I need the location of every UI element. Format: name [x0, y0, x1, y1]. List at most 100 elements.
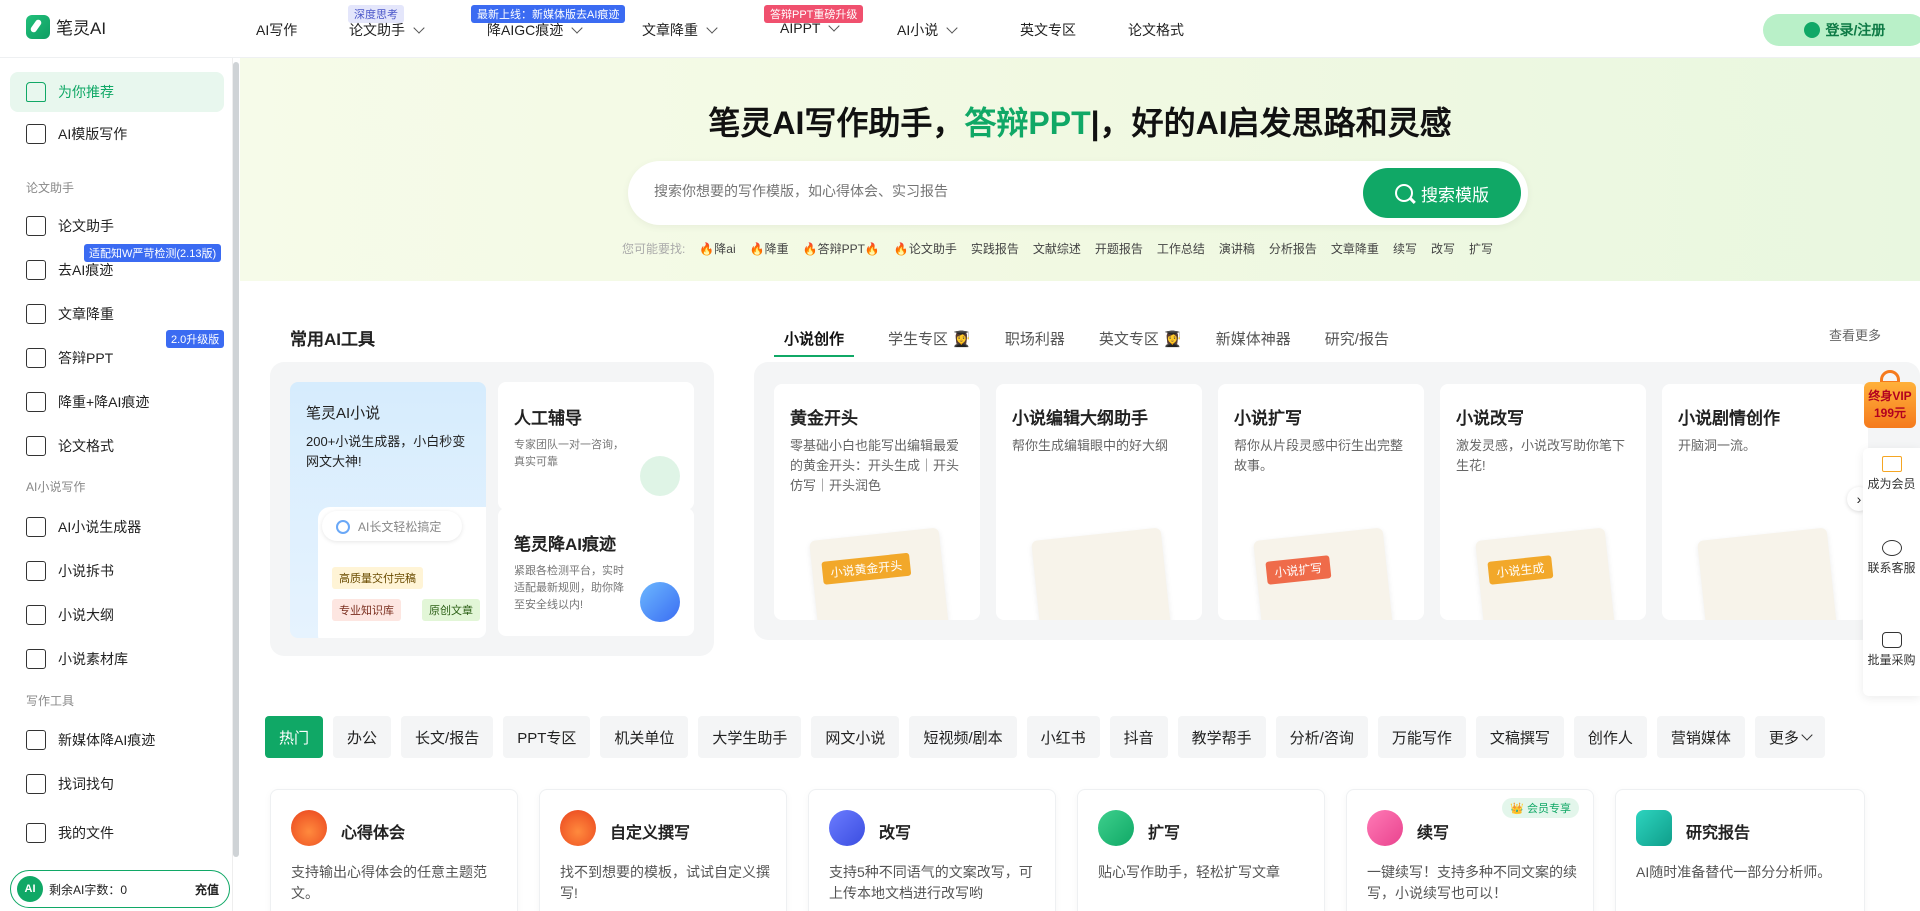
contact-support-button[interactable]: 联系客服: [1863, 540, 1920, 576]
nav-english[interactable]: 英文专区: [1020, 20, 1076, 40]
tab-student[interactable]: 学生专区 👩‍🎓: [888, 328, 971, 357]
sidebar-item-dedupe-ai[interactable]: 降重+降AI痕迹: [10, 382, 224, 422]
chip-douyin[interactable]: 抖音: [1109, 716, 1168, 758]
nav-aippt[interactable]: AIPPT: [780, 20, 841, 36]
chip-more[interactable]: 更多: [1754, 716, 1825, 758]
chip-hot[interactable]: 热门: [265, 716, 324, 758]
suggestion-link[interactable]: 续写: [1393, 240, 1417, 257]
bulk-purchase-button[interactable]: 批量采购: [1863, 632, 1920, 668]
remaining-words-bar[interactable]: AI 剩余AI字数：0 充值: [10, 870, 230, 908]
nav-reduce-aigc[interactable]: 降AIGC痕迹: [487, 20, 583, 40]
chip-ppt[interactable]: PPT专区: [503, 716, 591, 758]
tab-workplace[interactable]: 职场利器: [1005, 328, 1065, 357]
sidebar-item-material[interactable]: 小说素材库: [10, 639, 224, 679]
suggestion-text: 降ai: [714, 242, 736, 256]
nav-ai-novel[interactable]: AI小说: [897, 20, 958, 40]
tool-card-human-tutor[interactable]: 人工辅导 专家团队一对一咨询，真实可靠: [498, 382, 694, 510]
sidebar-scrollbar[interactable]: [233, 62, 239, 857]
view-more-link[interactable]: 查看更多: [1829, 325, 1881, 344]
suggestion-link[interactable]: 🔥论文助手: [894, 240, 957, 257]
novel-card-golden-opening[interactable]: 黄金开头 零基础小白也能写出编辑最爱的黄金开头：开头生成｜开头仿写｜开头润色 小…: [774, 384, 980, 620]
template-card-custom[interactable]: 自定义撰写 找不到想要的模板，试试自定义撰写!: [539, 789, 787, 911]
tool-card-ai-novel[interactable]: 笔灵AI小说 200+小说生成器，小白秒变网文大神! AI长文轻松搞定 高质量交…: [290, 382, 486, 638]
template-card-continue[interactable]: 👑 会员专享 续写 一键续写！支持多种不同文案的续写，小说续写也可以！: [1346, 789, 1594, 911]
chip-government[interactable]: 机关单位: [600, 716, 689, 758]
template-card-reflection[interactable]: 心得体会 支持输出心得体会的任意主题范文。: [270, 789, 518, 911]
sidebar-item-newmedia[interactable]: 新媒体降AI痕迹: [10, 720, 224, 760]
suggestion-link[interactable]: 🔥答辩PPT🔥: [803, 240, 880, 257]
sidebar-item-remove-ai[interactable]: 去AI痕迹: [10, 250, 224, 290]
tab-english[interactable]: 英文专区 👩‍🎓: [1099, 328, 1182, 357]
top-header: 笔灵AI AI写作 深度思考 论文助手 最新上线：新媒体版去AI痕迹 降AIGC…: [0, 0, 1920, 58]
suggestion-link[interactable]: 开题报告: [1095, 240, 1143, 257]
novel-card-plot[interactable]: 小说剧情创作 开脑洞一流。: [1662, 384, 1868, 620]
sidebar-section-novel: AI小说写作: [26, 480, 86, 494]
template-card-research[interactable]: 研究报告 AI随时准备替代一部分分析师。: [1615, 789, 1865, 911]
suggestion-link[interactable]: 文章降重: [1331, 240, 1379, 257]
sidebar-item-dedupe[interactable]: 文章降重: [10, 294, 224, 334]
chip-label: 更多: [1768, 729, 1799, 747]
sidebar-item-template[interactable]: AI模版写作: [10, 114, 224, 154]
template-card-title: 续写: [1417, 825, 1450, 842]
template-card-desc: 贴心写作助手，轻松扩写文章: [1098, 864, 1280, 880]
nav-reduce-duplicate[interactable]: 文章降重: [642, 20, 718, 40]
suggestion-link[interactable]: 分析报告: [1269, 240, 1317, 257]
nav-thesis-format[interactable]: 论文格式: [1128, 20, 1184, 40]
chip-all-purpose[interactable]: 万能写作: [1377, 716, 1466, 758]
common-tools-title: 常用AI工具: [290, 330, 375, 349]
suggestion-link[interactable]: 🔥降重: [750, 240, 789, 257]
sidebar-item-recommend[interactable]: 为你推荐: [10, 72, 224, 112]
tab-new-media[interactable]: 新媒体神器: [1216, 328, 1291, 357]
novel-card-expand[interactable]: 小说扩写 帮你从片段灵感中衍生出完整故事。 小说扩写: [1218, 384, 1424, 620]
search-input[interactable]: [654, 183, 1314, 199]
suggestion-link[interactable]: 🔥降ai: [699, 240, 735, 257]
recharge-button[interactable]: 充值: [195, 881, 219, 898]
tab-novel[interactable]: 小说创作: [774, 328, 855, 357]
template-card-expand[interactable]: 扩写 贴心写作助手，轻松扩写文章: [1077, 789, 1325, 911]
sidebar-item-novel-gen[interactable]: AI小说生成器: [10, 507, 224, 547]
chip-short-video[interactable]: 短视频/剧本: [909, 716, 1017, 758]
lifetime-vip-promo[interactable]: 终身VIP 199元: [1862, 370, 1918, 432]
chip-longform[interactable]: 长文/报告: [401, 716, 494, 758]
chip-marketing[interactable]: 营销媒体: [1656, 716, 1745, 758]
brand-logo[interactable]: 笔灵AI: [26, 14, 106, 39]
chip-teaching[interactable]: 教学帮手: [1177, 716, 1266, 758]
novel-card-outline[interactable]: 小说编辑大纲助手 帮你生成编辑眼中的好大纲: [996, 384, 1202, 620]
sidebar-item-book-split[interactable]: 小说拆书: [10, 551, 224, 591]
chip-manuscript[interactable]: 文稿撰写: [1475, 716, 1564, 758]
become-member-button[interactable]: 成为会员: [1863, 456, 1920, 492]
plot-illustration: [1697, 527, 1837, 620]
sidebar-item-format[interactable]: 论文格式: [10, 426, 224, 466]
suggestion-link[interactable]: 改写: [1431, 240, 1455, 257]
suggestion-link[interactable]: 演讲稿: [1219, 240, 1255, 257]
nav-ai-writing[interactable]: AI写作: [256, 20, 297, 40]
tool-card-reduce-ai[interactable]: 笔灵降AI痕迹 紧跟各检测平台，实时适配最新规则，助你降至安全线以内!: [498, 508, 694, 636]
sidebar-item-label: 文章降重: [58, 306, 114, 322]
login-register-button[interactable]: 登录/注册: [1763, 14, 1920, 46]
chip-xiaohongshu[interactable]: 小红书: [1026, 716, 1100, 758]
suggestion-link[interactable]: 文献综述: [1033, 240, 1081, 257]
template-card-rewrite[interactable]: 改写 支持5种不同语气的文案改写，可上传本地文档进行改写哟: [808, 789, 1056, 911]
sidebar-item-my-files[interactable]: 我的文件: [10, 813, 224, 853]
chip-creator[interactable]: 创作人: [1573, 716, 1647, 758]
nav-thesis-assistant[interactable]: 论文助手: [349, 20, 425, 40]
feature-tag: 原创文章: [422, 599, 480, 621]
sidebar-item-outline[interactable]: 小说大纲: [10, 595, 224, 635]
sidebar-item-find-words[interactable]: 找词找句: [10, 764, 224, 804]
chip-web-novel[interactable]: 网文小说: [811, 716, 900, 758]
search-template-button[interactable]: 搜索模版: [1363, 168, 1521, 218]
template-icon: [26, 124, 46, 144]
sidebar-item-label: 小说大纲: [58, 607, 114, 623]
suggestion-link[interactable]: 实践报告: [971, 240, 1019, 257]
sidebar-item-thesis[interactable]: 论文助手: [10, 206, 224, 246]
suggestion-link[interactable]: 工作总结: [1157, 240, 1205, 257]
sidebar-item-defense-ppt[interactable]: 答辩PPT: [10, 338, 224, 378]
chip-college[interactable]: 大学生助手: [698, 716, 802, 758]
chip-analysis[interactable]: 分析/咨询: [1275, 716, 1368, 758]
template-card-desc: 支持5种不同语气的文案改写，可上传本地文档进行改写哟: [829, 864, 1033, 901]
novel-card-rewrite[interactable]: 小说改写 激发灵感，小说改写助你笔下生花! 小说生成: [1440, 384, 1646, 620]
hero-banner: 笔灵AI写作助手，答辩PPT|，好的AI启发思路和灵感 搜索模版 您可能要找: …: [240, 58, 1920, 281]
suggestion-link[interactable]: 扩写: [1469, 240, 1493, 257]
tab-research[interactable]: 研究/报告: [1325, 328, 1389, 357]
chip-office[interactable]: 办公: [333, 716, 392, 758]
